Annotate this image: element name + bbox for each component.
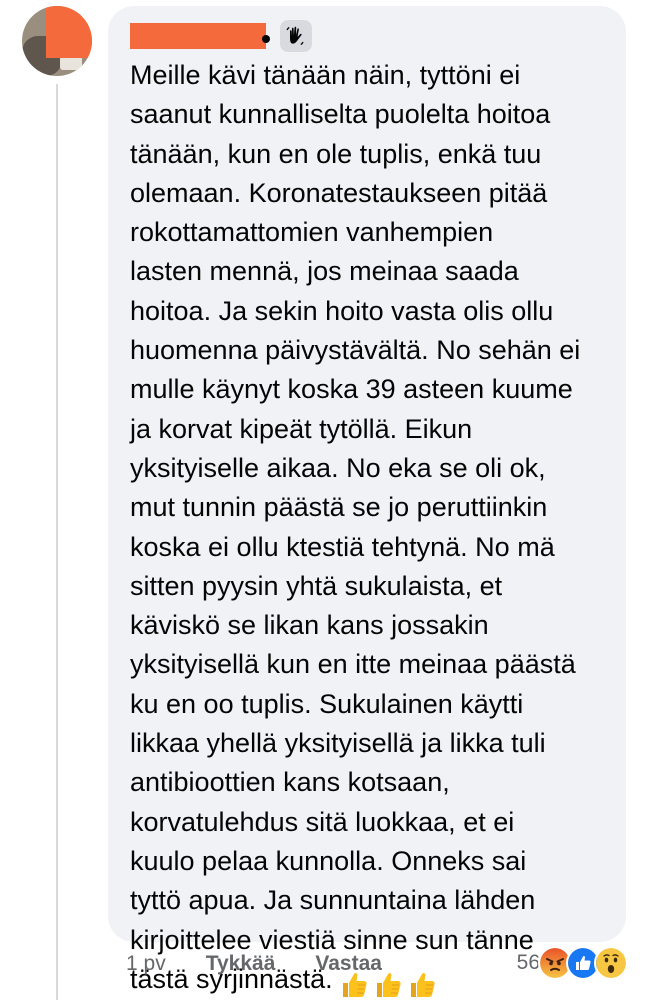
author-name-tail xyxy=(262,35,270,43)
comment-text: Meille kävi tänään näin, tyttöni ei saan… xyxy=(130,56,616,1003)
reaction-count: 56 xyxy=(516,951,540,974)
comment-actions: 1 pv Tykkää Vastaa xyxy=(126,952,382,976)
author-name[interactable] xyxy=(130,23,266,49)
wow-icon xyxy=(594,946,628,980)
comment-bubble: Meille kävi tänään näin, tyttöni ei saan… xyxy=(108,6,626,997)
thread-line xyxy=(56,84,58,1000)
avatar-redaction xyxy=(46,6,92,58)
avatar[interactable] xyxy=(22,6,92,76)
waving-hand-icon[interactable] xyxy=(280,20,312,52)
reply-button[interactable]: Vastaa xyxy=(315,952,382,976)
reaction-summary[interactable]: 56 xyxy=(517,946,628,980)
avatar-detail xyxy=(60,56,82,70)
author-row xyxy=(130,18,312,54)
like-button[interactable]: Tykkää xyxy=(206,952,276,976)
comment-body: Meille kävi tänään näin, tyttöni ei saan… xyxy=(130,60,581,994)
thumbs-up-icon xyxy=(410,972,435,997)
comment-timestamp[interactable]: 1 pv xyxy=(126,952,166,976)
